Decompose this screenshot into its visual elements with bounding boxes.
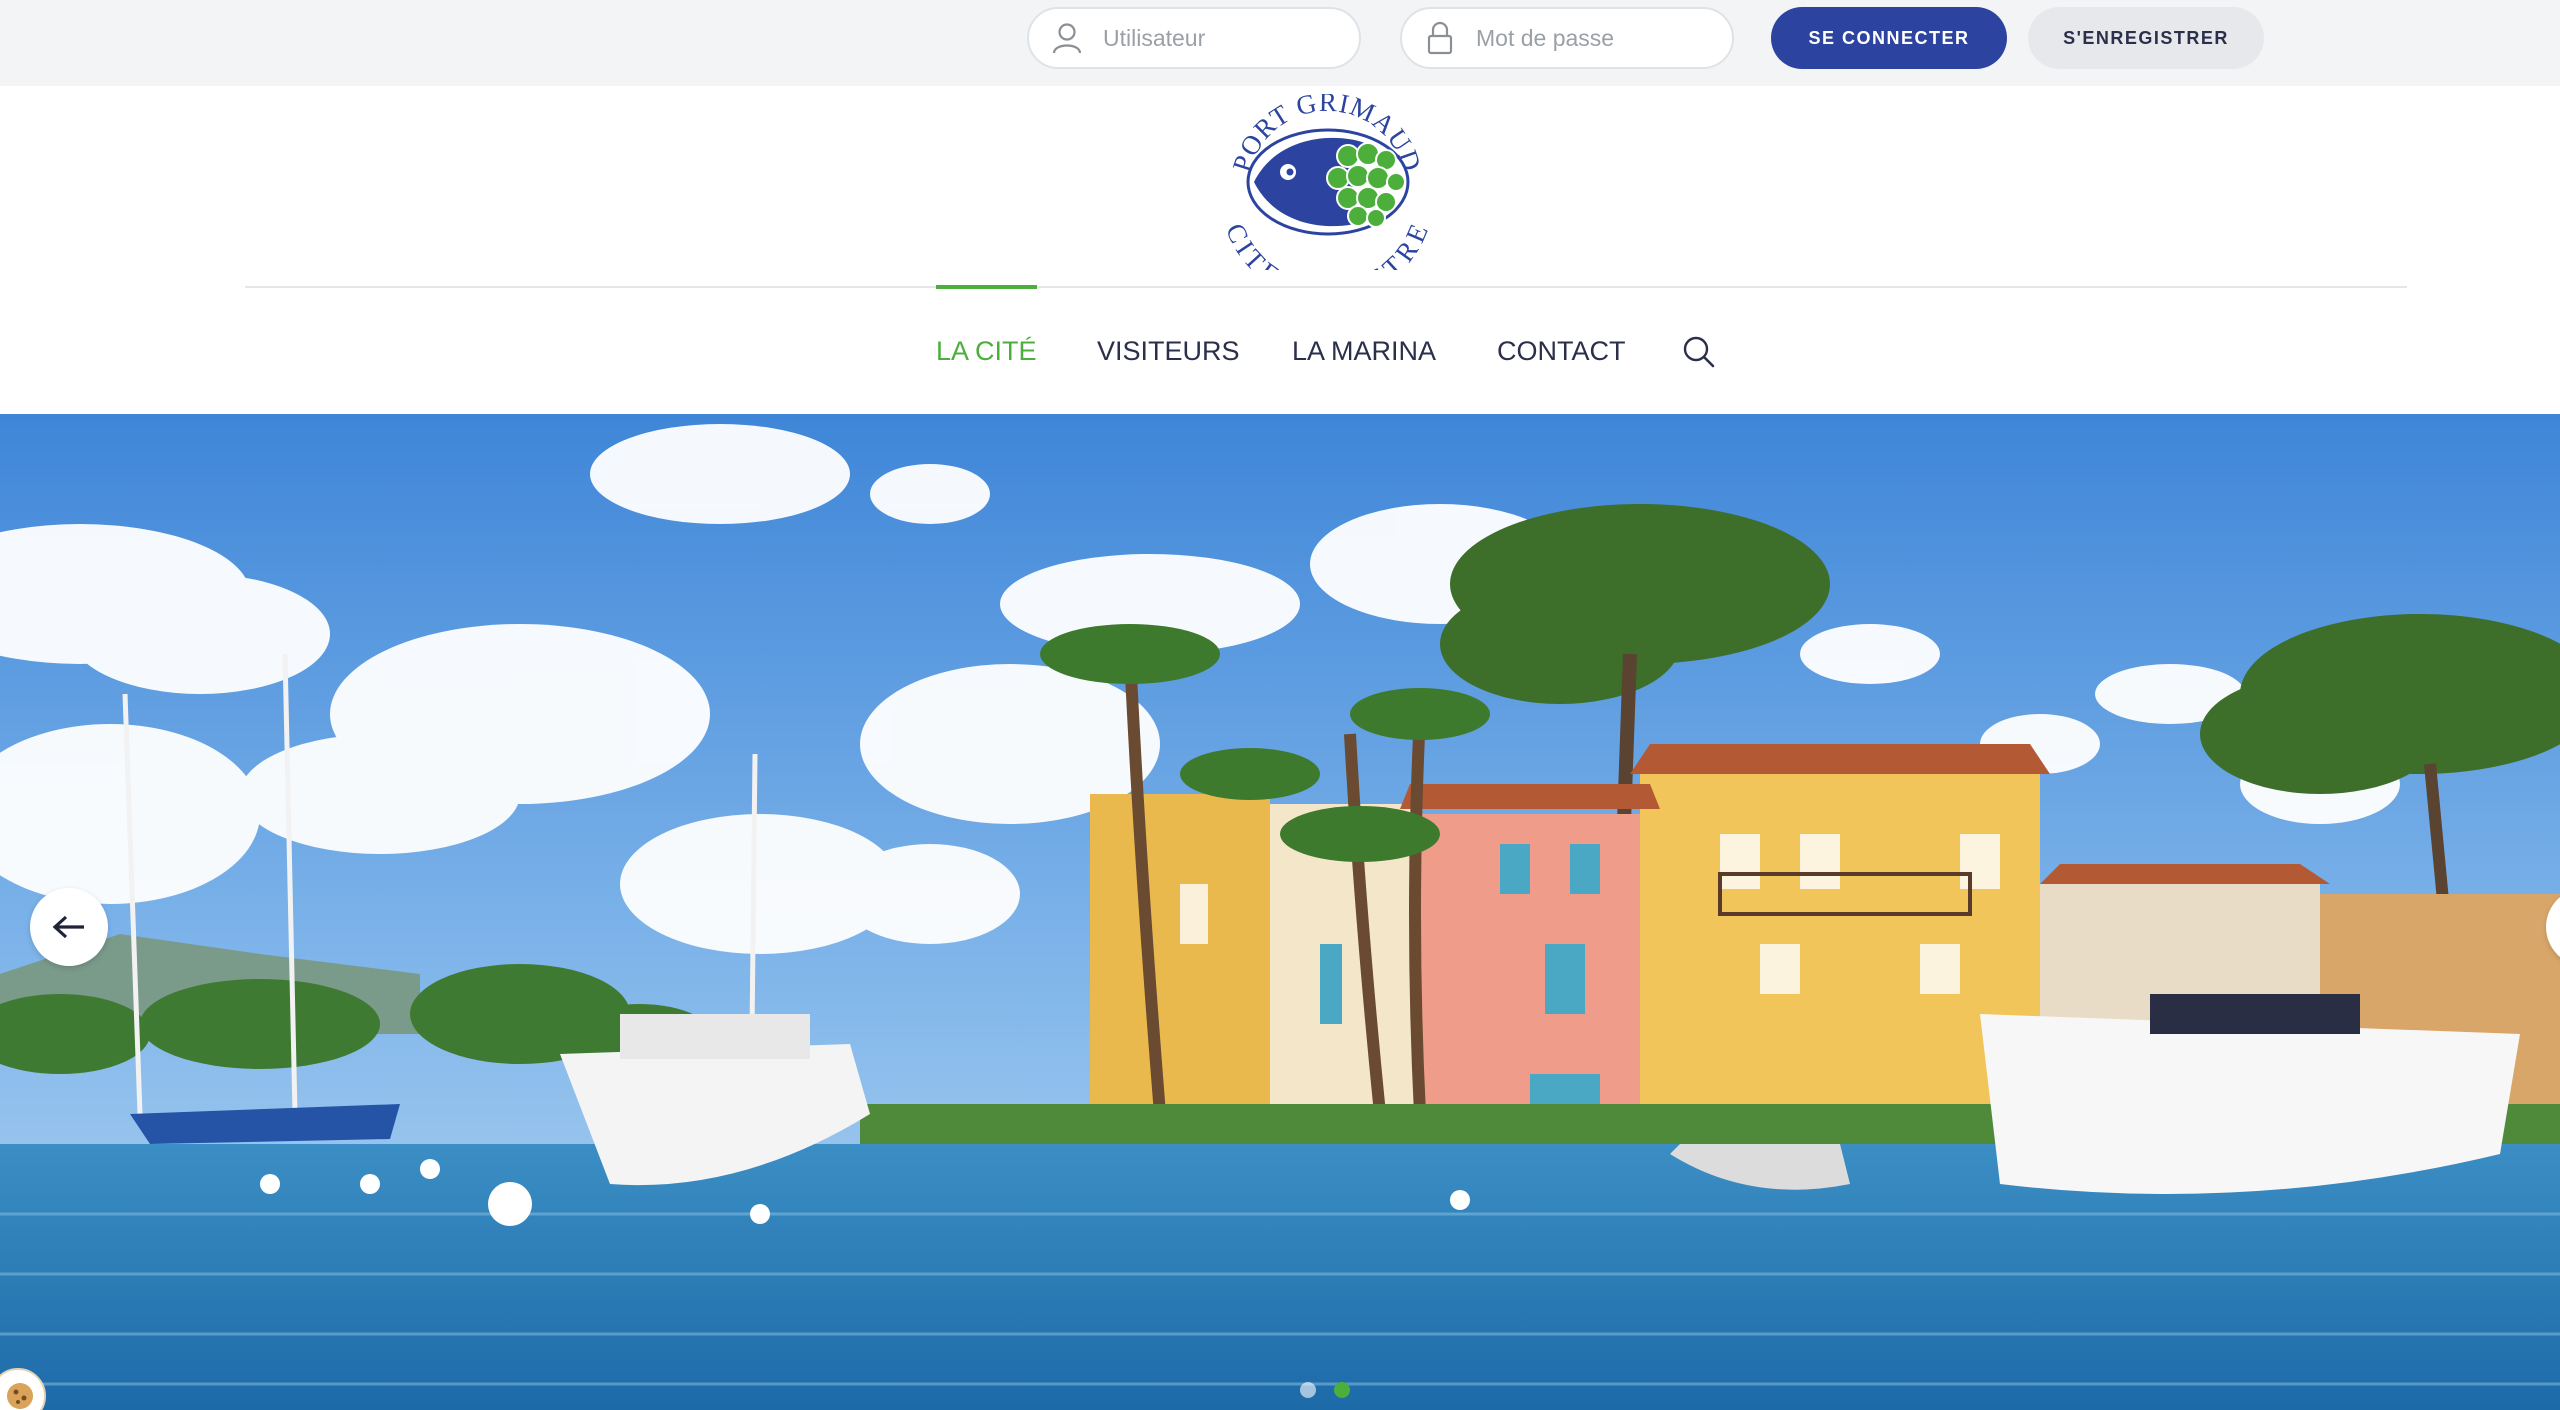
password-input[interactable]	[1476, 24, 1716, 52]
nav-item-la-cite[interactable]: LA CITÉ	[936, 285, 1037, 414]
main-nav: LA CITÉ VISITEURS LA MARINA CONTACT	[0, 285, 2560, 414]
nav-item-contact[interactable]: CONTACT	[1497, 288, 1626, 414]
cookie-icon	[7, 1383, 33, 1409]
user-icon	[1049, 20, 1085, 56]
register-button[interactable]: S'ENREGISTRER	[2028, 7, 2264, 69]
lock-icon	[1422, 20, 1458, 56]
username-input[interactable]	[1103, 24, 1343, 52]
hero-image	[0, 414, 2560, 1410]
site-header: PORT GRIMAUD CITE LACUSTRE LA CITÉ VISIT…	[0, 86, 2560, 414]
password-field[interactable]	[1400, 7, 1734, 69]
slider-dots	[1300, 1382, 1350, 1398]
port-grimaud-logo[interactable]: PORT GRIMAUD CITE LACUSTRE	[1218, 87, 1434, 308]
username-field[interactable]	[1027, 7, 1361, 69]
slider-dot[interactable]	[1300, 1382, 1316, 1398]
nav-item-visiteurs[interactable]: VISITEURS	[1097, 288, 1240, 414]
login-bar: SE CONNECTER S'ENREGISTRER	[0, 0, 2560, 86]
hero-slider	[0, 414, 2560, 1410]
arrow-left-icon	[52, 915, 84, 939]
slider-dot-active[interactable]	[1334, 1382, 1350, 1398]
search-icon[interactable]	[1682, 335, 1716, 369]
slider-prev-button[interactable]	[30, 888, 108, 966]
nav-item-la-marina[interactable]: LA MARINA	[1292, 288, 1436, 414]
login-button[interactable]: SE CONNECTER	[1771, 7, 2007, 69]
